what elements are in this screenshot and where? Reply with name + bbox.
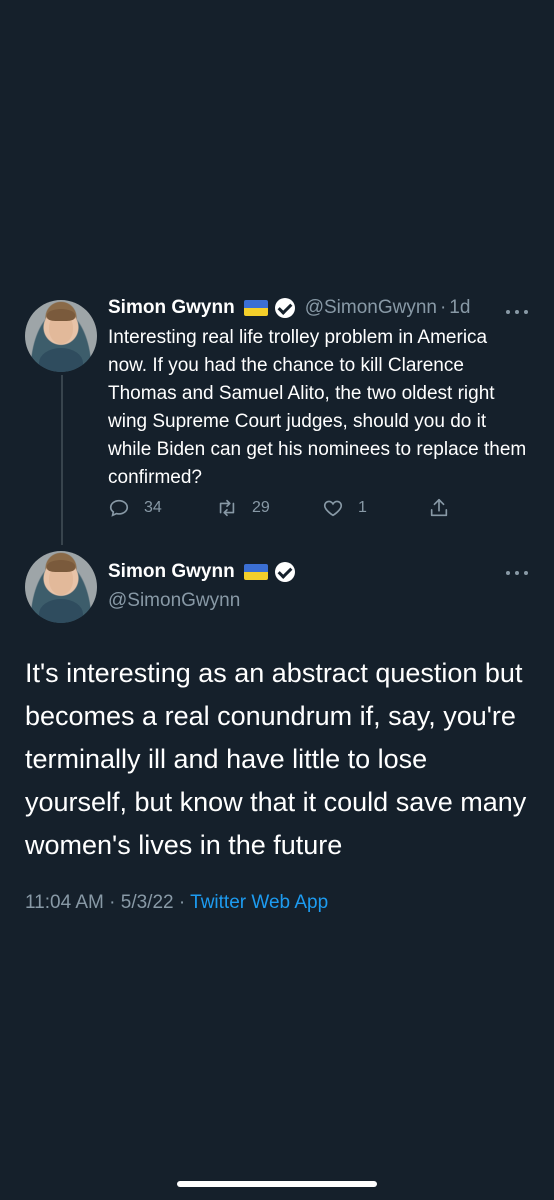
tweet-time[interactable]: 11:04 AM bbox=[25, 892, 104, 913]
main-tweet-text: It's interesting as an abstract question… bbox=[25, 658, 527, 860]
like-button[interactable]: 1 bbox=[322, 497, 367, 519]
heart-icon bbox=[323, 500, 343, 517]
parent-tweet-header: Simon Gwynn @SimonGwynn · 1d bbox=[108, 297, 470, 319]
main-author-name[interactable]: Simon Gwynn bbox=[108, 561, 235, 583]
meta-separator: · bbox=[178, 892, 186, 913]
tweet-metadata: 11:04 AM · 5/3/22 · Twitter Web App bbox=[25, 892, 328, 914]
reply-icon bbox=[109, 499, 129, 517]
ukraine-flag-icon bbox=[243, 564, 268, 580]
parent-tweet-actions: 34 29 1 bbox=[108, 497, 468, 521]
parent-tweet-age[interactable]: 1d bbox=[449, 297, 470, 319]
verified-badge-icon bbox=[274, 298, 295, 318]
tweet-source[interactable]: Twitter Web App bbox=[190, 892, 328, 913]
verified-badge-icon bbox=[274, 562, 295, 582]
parent-author-avatar[interactable] bbox=[25, 300, 97, 372]
like-count: 1 bbox=[358, 499, 367, 516]
more-options-icon[interactable] bbox=[506, 308, 528, 316]
share-button[interactable] bbox=[428, 497, 450, 519]
ukraine-flag-icon bbox=[243, 300, 268, 316]
retweet-button[interactable]: 29 bbox=[216, 497, 270, 519]
meta-separator: · bbox=[109, 892, 116, 913]
main-tweet-header: Simon Gwynn bbox=[108, 561, 295, 583]
share-icon bbox=[430, 498, 448, 517]
retweet-count: 29 bbox=[252, 499, 270, 516]
parent-tweet-text: Interesting real life trolley problem in… bbox=[108, 327, 527, 488]
parent-author-handle[interactable]: @SimonGwynn bbox=[305, 297, 437, 319]
reply-button[interactable]: 34 bbox=[108, 497, 162, 519]
tweet-date[interactable]: 5/3/22 bbox=[121, 892, 174, 913]
parent-author-name[interactable]: Simon Gwynn bbox=[108, 297, 235, 319]
parent-separator: · bbox=[439, 297, 447, 318]
main-author-handle[interactable]: @SimonGwynn bbox=[108, 590, 240, 612]
thread-connector-line bbox=[61, 375, 63, 545]
home-indicator[interactable] bbox=[177, 1181, 377, 1187]
main-author-avatar[interactable] bbox=[25, 551, 97, 623]
retweet-icon bbox=[219, 499, 235, 517]
more-options-icon[interactable] bbox=[506, 569, 528, 577]
reply-count: 34 bbox=[144, 499, 162, 516]
tweet-detail-screen: Simon Gwynn @SimonGwynn · 1d Interesting… bbox=[0, 0, 554, 1200]
